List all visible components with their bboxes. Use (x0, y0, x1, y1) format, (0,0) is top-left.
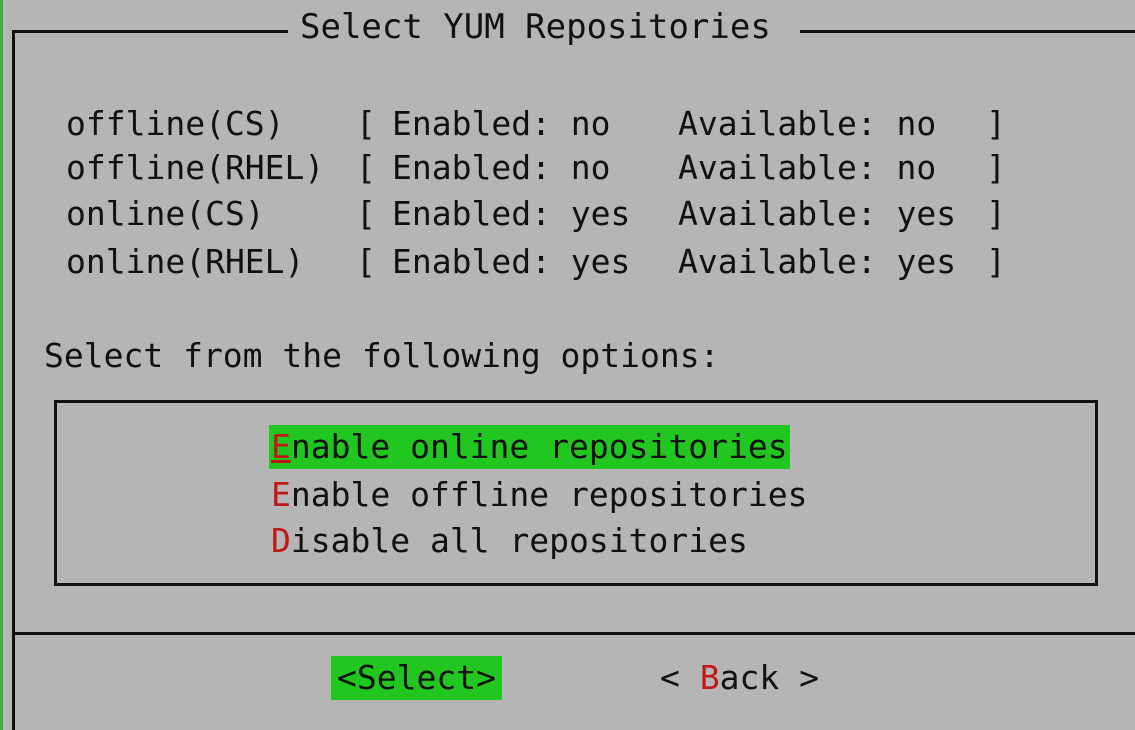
bracket-open: [ (356, 104, 376, 143)
bracket-close: ] (986, 194, 1006, 233)
option-label: isable all repositories (290, 521, 748, 560)
bracket-open: [ (356, 148, 376, 187)
select-button[interactable]: <Select> (331, 656, 502, 700)
options-listbox[interactable]: Enable online repositories Enable offlin… (54, 400, 1098, 586)
repo-row-offline-cs: offline(CS) [ Enabled: no Available: no … (66, 102, 1026, 146)
repo-enabled-status: Enabled: no (392, 104, 611, 143)
frame-line (800, 30, 1135, 33)
frame-line (12, 30, 15, 730)
repo-enabled-status: Enabled: yes (392, 242, 631, 281)
bracket-close: ] (986, 242, 1006, 281)
bracket-open: [ (356, 242, 376, 281)
repo-name: offline(RHEL) (66, 148, 325, 187)
bracket-close: ] (986, 104, 1006, 143)
button-bar-divider (12, 632, 1135, 635)
window-edge (0, 0, 3, 730)
repo-available-status: Available: yes (678, 242, 957, 281)
repo-available-status: Available: no (678, 104, 937, 143)
repo-enabled-status: Enabled: no (392, 148, 611, 187)
repo-name: offline(CS) (66, 104, 285, 143)
dialog-title: Select YUM Repositories (300, 7, 771, 47)
repo-available-status: Available: no (678, 148, 937, 187)
back-button-open: < (660, 658, 700, 697)
back-button-rest: ack > (719, 658, 819, 697)
option-enable-online[interactable]: Enable online repositories (269, 425, 790, 469)
repo-enabled-status: Enabled: yes (392, 194, 631, 233)
option-hotkey: E (271, 475, 291, 514)
repo-row-online-rhel: online(RHEL) [ Enabled: yes Available: y… (66, 240, 1026, 284)
option-disable-all[interactable]: Disable all repositories (269, 519, 750, 563)
option-hotkey: D (271, 521, 291, 560)
option-label: nable offline repositories (290, 475, 808, 514)
option-label: nable online repositories (290, 427, 788, 466)
yum-repositories-dialog: Select YUM Repositories offline(CS) [ En… (0, 0, 1135, 730)
repo-row-offline-rhel: offline(RHEL) [ Enabled: no Available: n… (66, 146, 1026, 190)
repo-name: online(CS) (66, 194, 265, 233)
repo-available-status: Available: yes (678, 194, 957, 233)
repo-name: online(RHEL) (66, 242, 305, 281)
options-prompt: Select from the following options: (44, 336, 720, 375)
frame-line (12, 30, 288, 33)
bracket-open: [ (356, 194, 376, 233)
back-button-hotkey: B (699, 658, 720, 697)
bracket-close: ] (986, 148, 1006, 187)
option-hotkey: E (271, 427, 291, 466)
option-enable-offline[interactable]: Enable offline repositories (269, 473, 809, 517)
back-button[interactable]: < Back > (660, 656, 819, 700)
repo-row-online-cs: online(CS) [ Enabled: yes Available: yes… (66, 192, 1026, 236)
